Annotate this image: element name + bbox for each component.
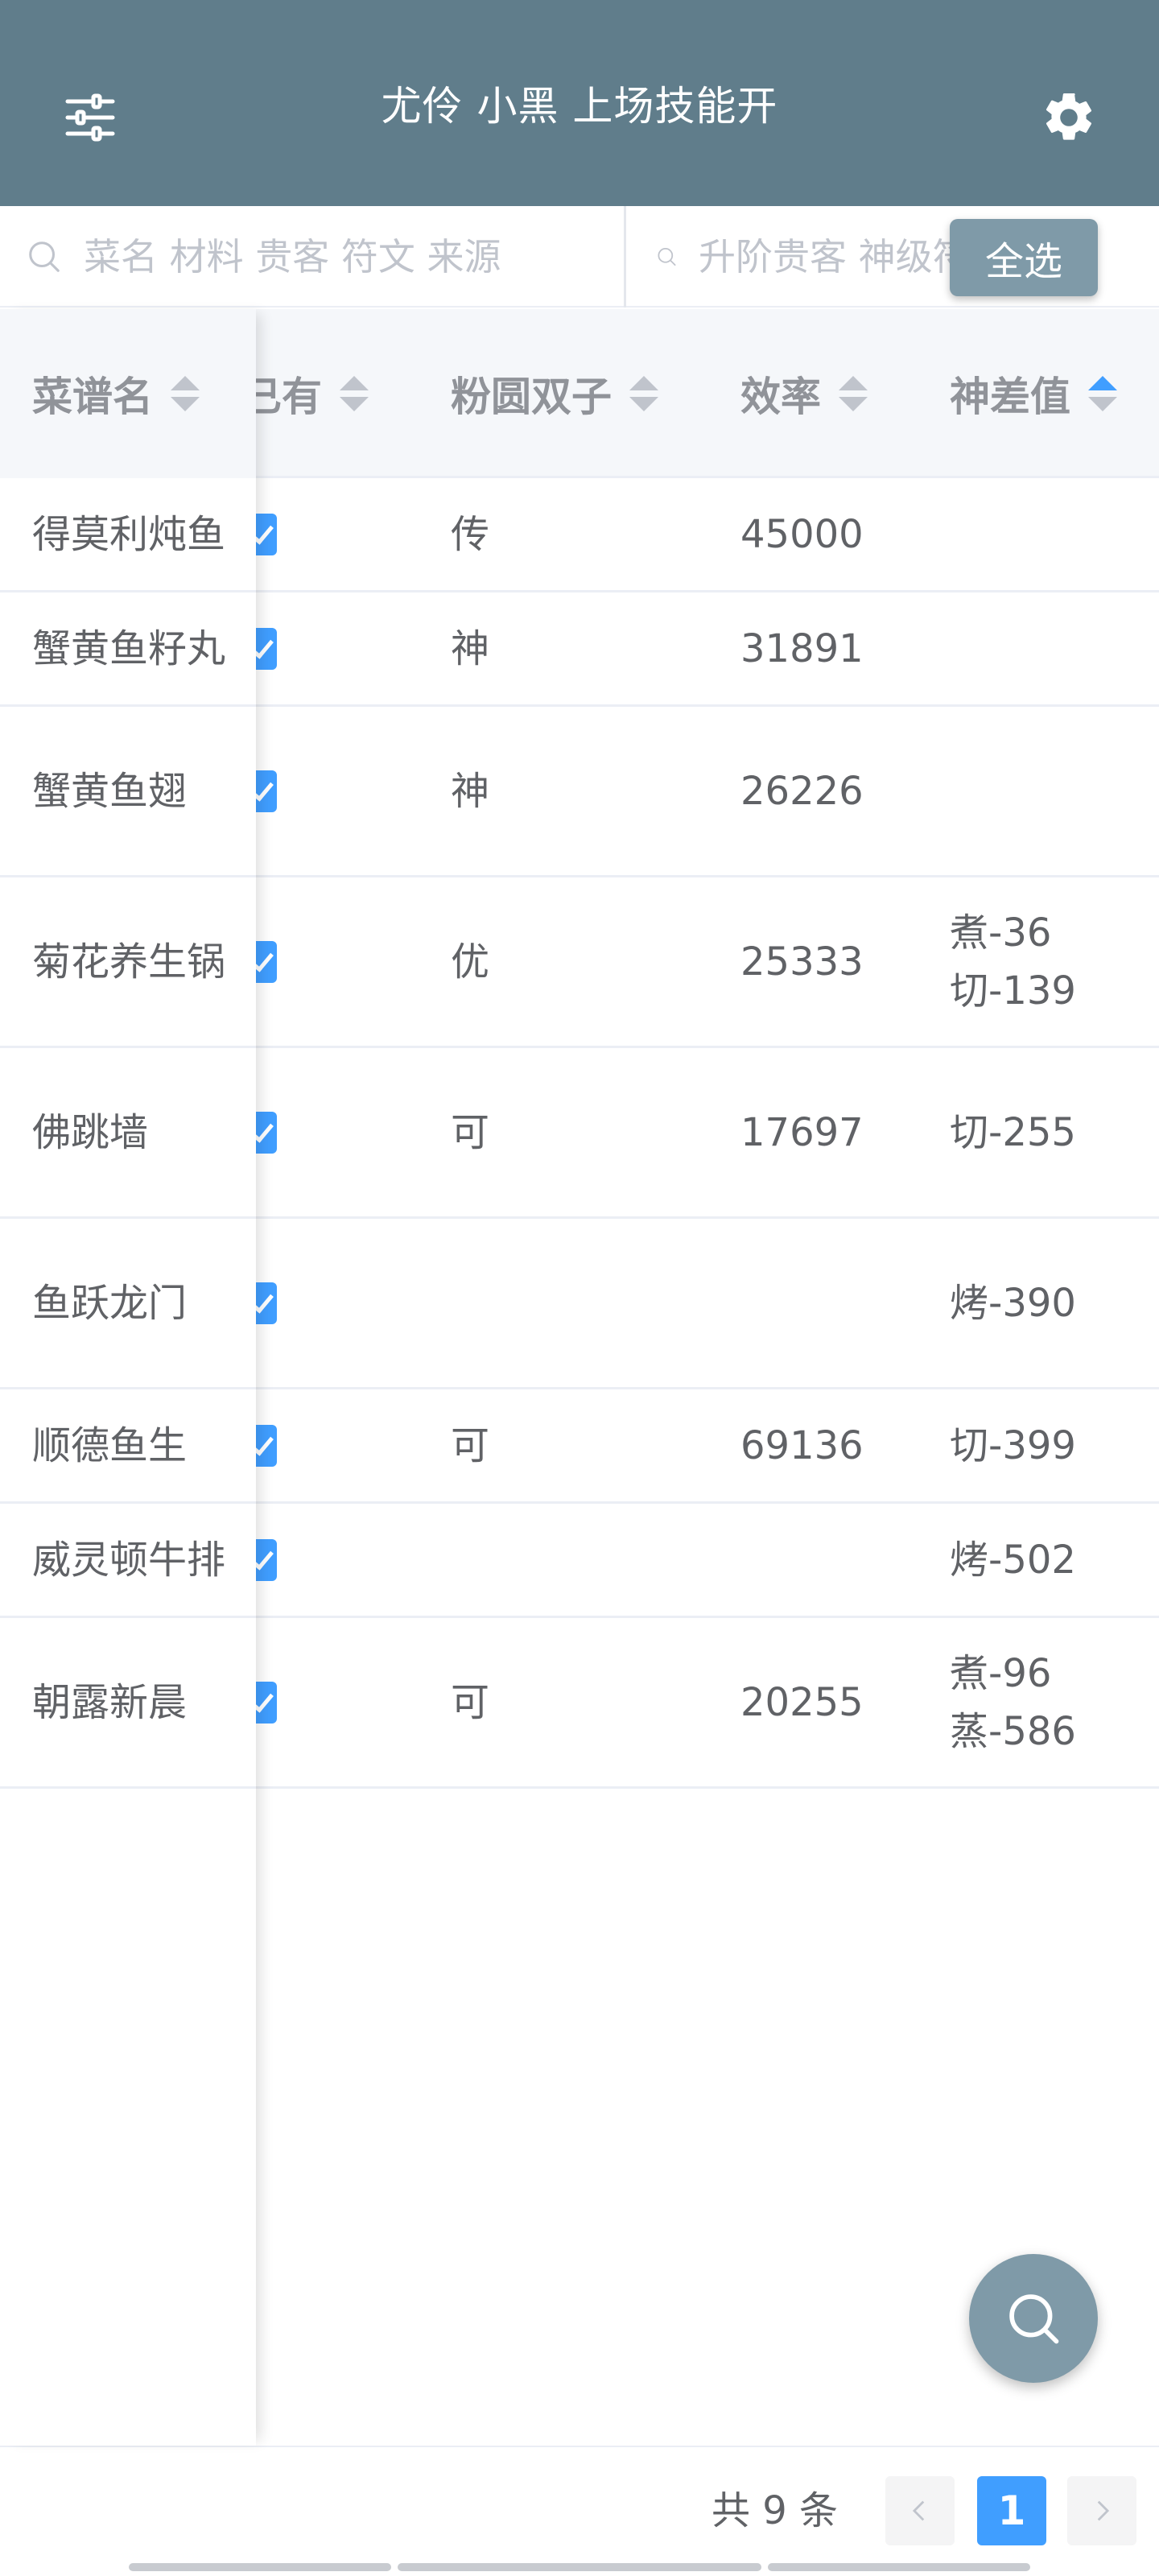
recipe-name: 佛跳墙 [32, 1109, 149, 1155]
chevron-left-icon [912, 2500, 925, 2521]
column-header-name[interactable]: 菜谱名 [0, 309, 256, 478]
column-label: 神差值 [950, 374, 1070, 420]
efficiency-cell: 31891 [740, 625, 864, 671]
prev-page-button[interactable] [885, 2476, 955, 2545]
horizontal-scrollbar[interactable] [129, 2563, 391, 2571]
diff-line: 切-255 [950, 1109, 1076, 1155]
owned-checkbox[interactable] [256, 1111, 277, 1154]
efficiency-cell: 20255 [740, 1679, 864, 1725]
guest-cell: 传 [451, 511, 490, 557]
diff-cell: 煮-96 蒸-586 [950, 1618, 1076, 1786]
sort-icon[interactable] [839, 376, 868, 411]
recipe-name: 威灵顿牛排 [32, 1537, 226, 1583]
owned-checkbox[interactable] [256, 1424, 277, 1467]
owned-checkbox[interactable] [256, 1282, 277, 1324]
settings-button[interactable] [1035, 84, 1103, 151]
efficiency-cell: 25333 [740, 939, 864, 985]
sort-icon[interactable] [340, 376, 369, 411]
select-all-button[interactable]: 全选 [950, 219, 1098, 296]
recipe-name: 顺德鱼生 [32, 1422, 188, 1468]
efficiency-cell: 45000 [740, 511, 864, 557]
sort-icon[interactable] [171, 376, 200, 411]
name-row[interactable]: 鱼跃龙门 [0, 1219, 256, 1389]
column-header-diff[interactable]: 神差值 [950, 309, 1117, 478]
diff-line: 切-399 [950, 1422, 1076, 1468]
owned-checkbox[interactable] [256, 513, 277, 555]
guest-cell: 神 [451, 625, 490, 671]
efficiency-cell: 69136 [740, 1422, 864, 1468]
pagination-bar: 共 9 条 1 [0, 2446, 1159, 2576]
owned-checkbox[interactable] [256, 940, 277, 983]
diff-line: 蒸-586 [950, 1708, 1076, 1754]
recipe-name: 鱼跃龙门 [32, 1280, 188, 1326]
diff-line: 煮-96 [950, 1650, 1052, 1696]
chevron-right-icon [1097, 2500, 1110, 2521]
name-row[interactable]: 顺德鱼生 [0, 1389, 256, 1504]
recipe-name: 菊花养生锅 [32, 939, 226, 985]
search-icon [1009, 2294, 1059, 2344]
diff-cell: 烤-390 [950, 1219, 1076, 1387]
sort-icon-ascending[interactable] [1088, 376, 1117, 411]
name-row[interactable]: 得莫利炖鱼 [0, 478, 256, 592]
app-header: 尤伶 小黑 上场技能开 [0, 0, 1159, 206]
column-header-guest[interactable]: 粉圆双子 [451, 309, 658, 478]
column-label: 粉圆双子 [451, 374, 612, 420]
dish-search-input[interactable] [84, 235, 583, 279]
recipe-name: 蟹黄鱼籽丸 [32, 625, 226, 671]
name-row[interactable]: 佛跳墙 [0, 1048, 256, 1219]
next-page-button[interactable] [1067, 2476, 1136, 2545]
name-row[interactable]: 朝露新晨 [0, 1618, 256, 1789]
name-row[interactable]: 蟹黄鱼籽丸 [0, 592, 256, 707]
recipe-name: 朝露新晨 [32, 1679, 188, 1725]
owned-checkbox[interactable] [256, 1538, 277, 1581]
diff-cell: 烤-502 [950, 1504, 1076, 1616]
guest-cell: 可 [451, 1422, 490, 1468]
guest-cell: 优 [451, 939, 490, 985]
search-icon [29, 242, 60, 272]
gear-icon [1046, 93, 1092, 140]
floating-search-button[interactable] [969, 2254, 1098, 2383]
efficiency-cell: 17697 [740, 1109, 864, 1155]
search-icon [658, 247, 676, 266]
diff-line: 烤-390 [950, 1280, 1076, 1326]
guest-cell: 神 [451, 768, 490, 814]
column-label: 效率 [740, 374, 821, 420]
column-header-efficiency[interactable]: 效率 [740, 309, 868, 478]
page-title: 尤伶 小黑 上场技能开 [381, 83, 778, 130]
recipe-name: 得莫利炖鱼 [32, 511, 226, 557]
horizontal-scrollbar[interactable] [398, 2563, 761, 2571]
sliders-icon [65, 93, 115, 142]
horizontal-scrollbar[interactable] [768, 2563, 1030, 2571]
filter-menu-button[interactable] [56, 84, 124, 151]
sort-icon[interactable] [629, 376, 658, 411]
guest-cell: 可 [451, 1109, 490, 1155]
total-count: 共 9 条 [711, 2488, 839, 2533]
column-label: 菜谱名 [32, 374, 153, 420]
diff-line: 切-139 [950, 968, 1076, 1013]
diff-cell: 切-399 [950, 1389, 1076, 1501]
column-header-owned[interactable]: 已有 [241, 309, 369, 478]
diff-cell: 煮-36 切-139 [950, 877, 1076, 1046]
guest-cell: 可 [451, 1679, 490, 1725]
owned-checkbox[interactable] [256, 1681, 277, 1724]
diff-line: 煮-36 [950, 910, 1052, 956]
diff-cell: 切-255 [950, 1048, 1076, 1216]
name-row[interactable]: 威灵顿牛排 [0, 1504, 256, 1618]
fixed-name-column: 菜谱名 得莫利炖鱼 蟹黄鱼籽丸 蟹黄鱼翅 菊花养生锅 佛跳墙 鱼跃龙门 顺德鱼生… [0, 309, 256, 2446]
diff-line: 烤-502 [950, 1537, 1076, 1583]
owned-checkbox[interactable] [256, 770, 277, 812]
page-number-button[interactable]: 1 [977, 2476, 1046, 2545]
owned-checkbox[interactable] [256, 627, 277, 670]
column-header-name-wrap: 菜谱名 [0, 309, 256, 478]
dish-search-box [0, 206, 626, 308]
name-row[interactable]: 蟹黄鱼翅 [0, 707, 256, 877]
efficiency-cell: 26226 [740, 768, 864, 814]
recipe-name: 蟹黄鱼翅 [32, 768, 188, 814]
name-row[interactable]: 菊花养生锅 [0, 877, 256, 1048]
